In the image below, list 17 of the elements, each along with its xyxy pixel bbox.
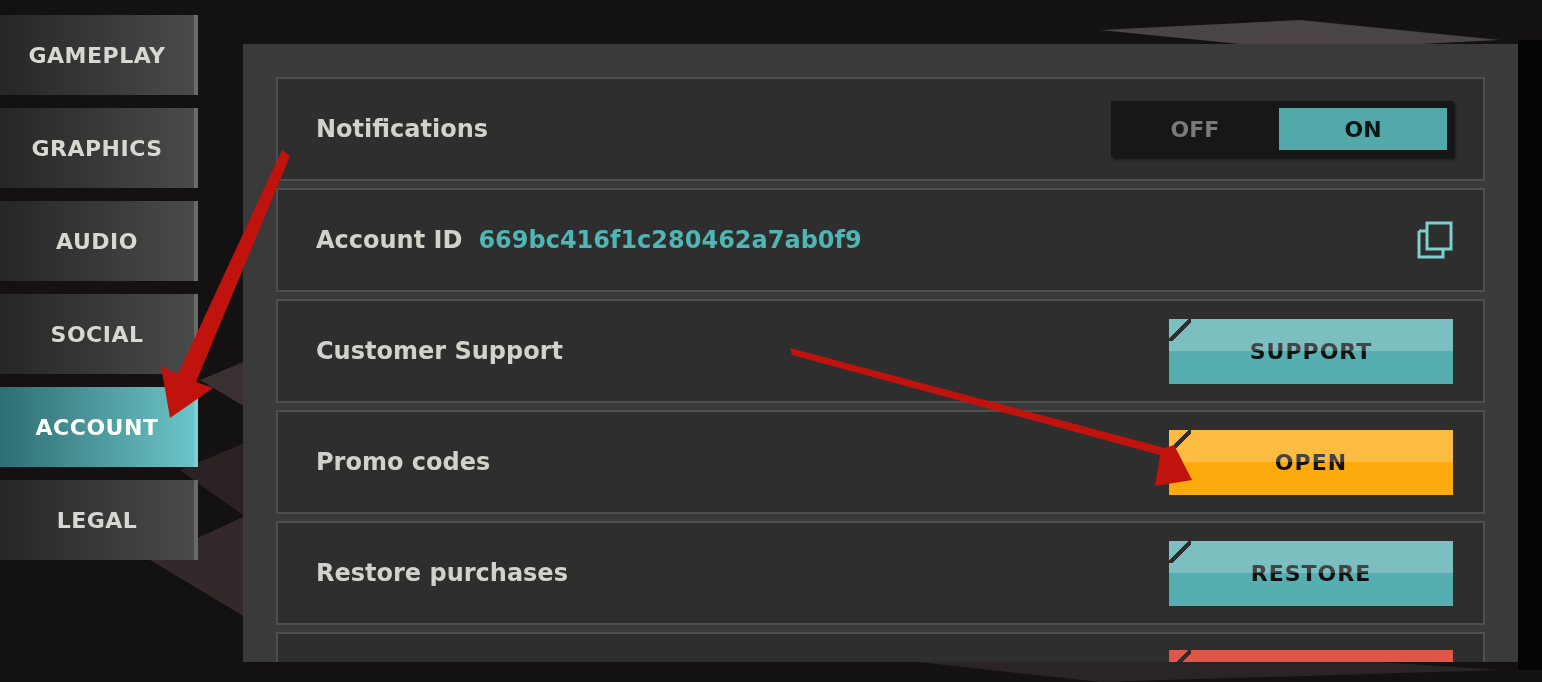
tab[interactable]: LEGAL <box>0 480 198 560</box>
tab[interactable]: GRAPHICS <box>0 108 198 188</box>
account-id: 669bc416f1c280462a7ab0f9 <box>478 226 862 254</box>
setting-label: Customer Support <box>316 337 563 365</box>
toggle-option[interactable]: ON <box>1279 108 1447 150</box>
setting-label: Notifications <box>316 115 489 143</box>
toggle-option[interactable]: OFF <box>1111 108 1279 150</box>
setting-label: Promo codes <box>316 448 491 476</box>
tab[interactable]: GAMEPLAY <box>0 15 198 95</box>
setting-label: Account ID <box>316 226 463 254</box>
action-button[interactable]: SUPPORT <box>1169 318 1453 384</box>
action-button[interactable]: OPEN <box>1169 429 1453 495</box>
copy-icon[interactable] <box>1417 221 1453 259</box>
action-button[interactable]: RESTORE <box>1169 540 1453 606</box>
tab[interactable]: AUDIO <box>0 201 198 281</box>
tab[interactable]: SOCIAL <box>0 294 198 374</box>
setting-label: Restore purchases <box>316 559 568 587</box>
